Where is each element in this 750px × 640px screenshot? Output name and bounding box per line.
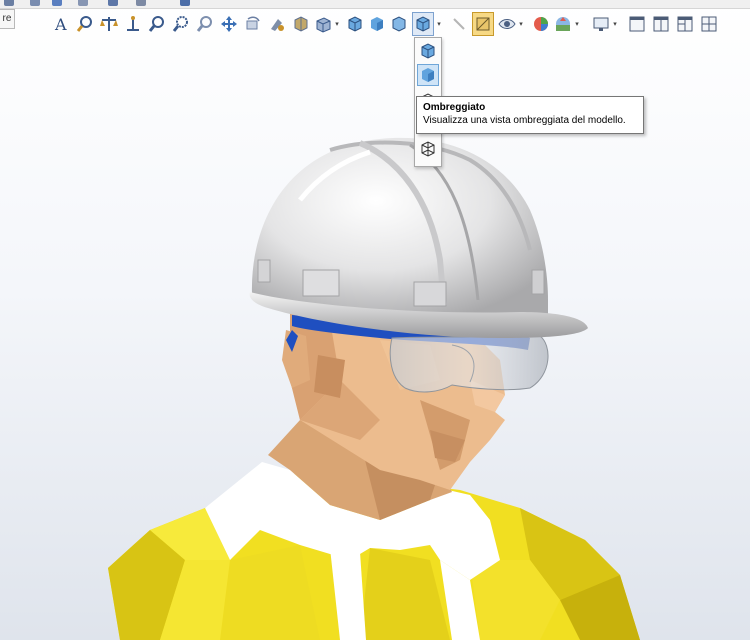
wireframe-cube-icon: [421, 141, 435, 157]
appearance-button[interactable]: [530, 12, 552, 36]
section-view-button[interactable]: [290, 12, 312, 36]
section-view-icon: [127, 16, 139, 31]
two-view-horizontal-icon: [677, 16, 693, 32]
shaded-cube-icon: [371, 17, 383, 31]
eye-icon: [498, 19, 516, 29]
tooltip: Ombreggiato Visualizza una vista ombregg…: [416, 96, 644, 134]
pan-button[interactable]: [218, 12, 240, 36]
flyout-shaded-with-edges[interactable]: [417, 40, 439, 62]
rotate-icon: [246, 16, 260, 30]
shaded-button[interactable]: [366, 12, 388, 36]
tooltip-description: Visualizza una vista ombreggiata del mod…: [423, 115, 626, 126]
two-view-button[interactable]: [650, 12, 672, 36]
measure-button[interactable]: [98, 12, 120, 36]
zoom-area-icon: [148, 16, 164, 32]
zoom-icon: [172, 16, 188, 32]
previous-view-button[interactable]: [266, 12, 288, 36]
tooltip-title: Ombreggiato: [423, 102, 486, 113]
rotate-button[interactable]: [242, 12, 264, 36]
display-style-button[interactable]: [412, 12, 434, 36]
flyout-wireframe[interactable]: [417, 138, 439, 160]
zoom-selection-button[interactable]: [194, 12, 216, 36]
shaded-edges-cube-icon: [421, 43, 435, 59]
view-orientation-icon: [316, 17, 331, 33]
monitor-icon: [593, 17, 609, 31]
view-orientation-dropdown[interactable]: ▾: [333, 12, 341, 36]
sketch-button[interactable]: [448, 12, 470, 36]
section-cube-icon: [294, 16, 308, 32]
sketch-icon: [453, 18, 465, 30]
view-settings-dropdown[interactable]: ▾: [611, 12, 619, 36]
view-settings-button[interactable]: [590, 12, 612, 36]
svg-text:A: A: [54, 15, 67, 33]
annotation-icon: A: [54, 15, 67, 33]
flyout-shaded[interactable]: [417, 64, 439, 86]
hidden-lines-cube-icon: [392, 16, 406, 32]
single-view-icon: [629, 16, 645, 32]
hide-show-dropdown[interactable]: ▾: [517, 12, 525, 36]
two-view-icon: [653, 16, 669, 32]
shaded-edges-cube-icon: [348, 16, 362, 32]
appearance-toggle-button[interactable]: [496, 12, 518, 36]
previous-view-icon: [271, 19, 284, 31]
hard-hat: [249, 137, 588, 338]
display-style-cube-icon: [416, 16, 430, 32]
zoom-to-fit-icon: [76, 16, 92, 32]
four-view-icon: [701, 16, 717, 32]
appearance-icon: [534, 17, 548, 31]
section-button[interactable]: [122, 12, 144, 36]
worker-model[interactable]: [108, 137, 640, 640]
scene-icon: [556, 17, 570, 31]
view-orientation-button[interactable]: [312, 12, 334, 36]
scene-button[interactable]: [552, 12, 574, 36]
four-view-button[interactable]: [698, 12, 720, 36]
shaded-cube-icon: [422, 68, 434, 82]
zoom-selection-icon: [196, 16, 212, 32]
display-style-dropdown[interactable]: ▾: [435, 12, 443, 36]
pan-icon: [221, 16, 237, 32]
scene-dropdown[interactable]: ▾: [573, 12, 581, 36]
scale-icon: [100, 17, 118, 31]
zoom-area-button[interactable]: [146, 12, 168, 36]
two-view-horizontal-button[interactable]: [674, 12, 696, 36]
single-view-button[interactable]: [626, 12, 648, 36]
hide-show-icon: [476, 17, 490, 31]
zoom-in-out-button[interactable]: [170, 12, 192, 36]
annotation-button[interactable]: A: [50, 12, 72, 36]
shaded-with-edges-button[interactable]: [344, 12, 366, 36]
hide-show-button[interactable]: [472, 12, 494, 36]
hidden-lines-button[interactable]: [388, 12, 410, 36]
zoom-to-fit-button[interactable]: [74, 12, 96, 36]
